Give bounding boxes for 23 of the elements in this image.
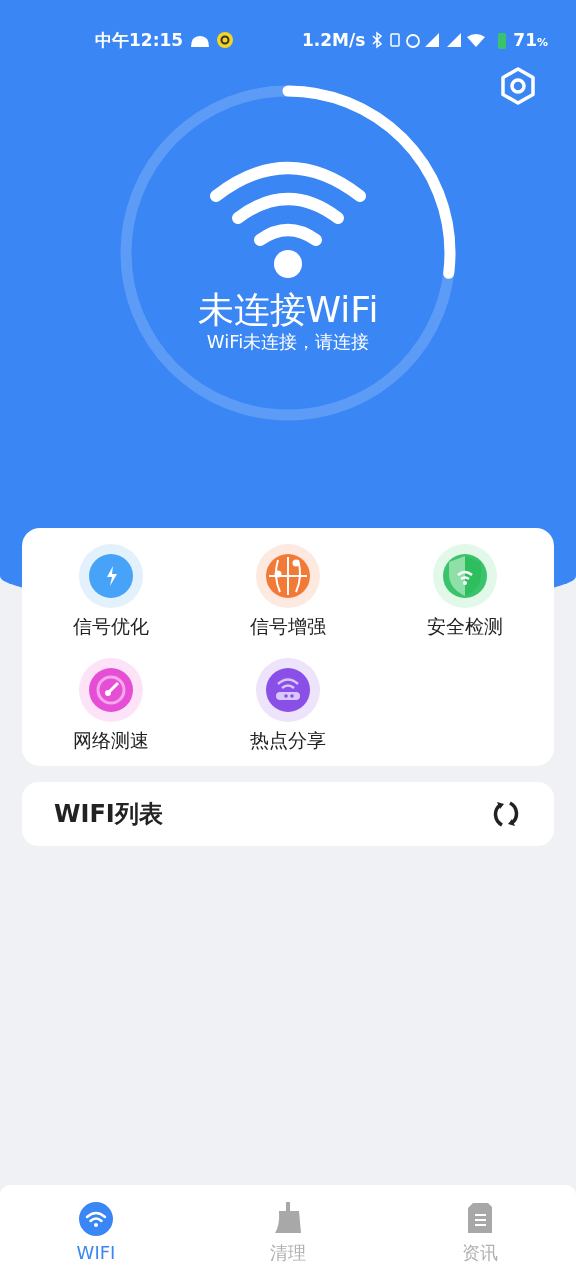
wifi-icon xyxy=(79,1202,113,1236)
nav-tab[interactable]: WIFI xyxy=(0,1185,192,1280)
tool-button[interactable]: 信号优化 xyxy=(22,544,200,640)
wifi-list-title: WIFI列表 xyxy=(54,799,163,830)
globe-icon xyxy=(256,544,320,608)
tool-button[interactable]: 安全检测 xyxy=(376,544,554,640)
wifi-icon xyxy=(208,160,368,280)
battery-percent: 71% xyxy=(513,30,548,50)
connection-subtitle: WiFi未连接，请连接 xyxy=(206,330,370,354)
shield-icon xyxy=(433,544,498,608)
gauge-icon xyxy=(78,658,143,722)
connection-title: 未连接WiFi xyxy=(197,290,379,330)
router-icon xyxy=(256,658,320,722)
lightning-icon xyxy=(78,544,143,608)
status-time: 中午12:15 xyxy=(95,28,184,52)
android-icon xyxy=(189,33,212,47)
settings-icon[interactable] xyxy=(498,66,538,106)
notification-icon xyxy=(217,32,234,48)
network-speed: 1.2M/s xyxy=(301,30,366,50)
tool-button[interactable]: 网络测速 xyxy=(22,658,200,754)
tool-button[interactable]: 信号增强 xyxy=(199,544,377,640)
tool-button[interactable]: 热点分享 xyxy=(199,658,377,754)
battery-icon xyxy=(497,31,508,49)
